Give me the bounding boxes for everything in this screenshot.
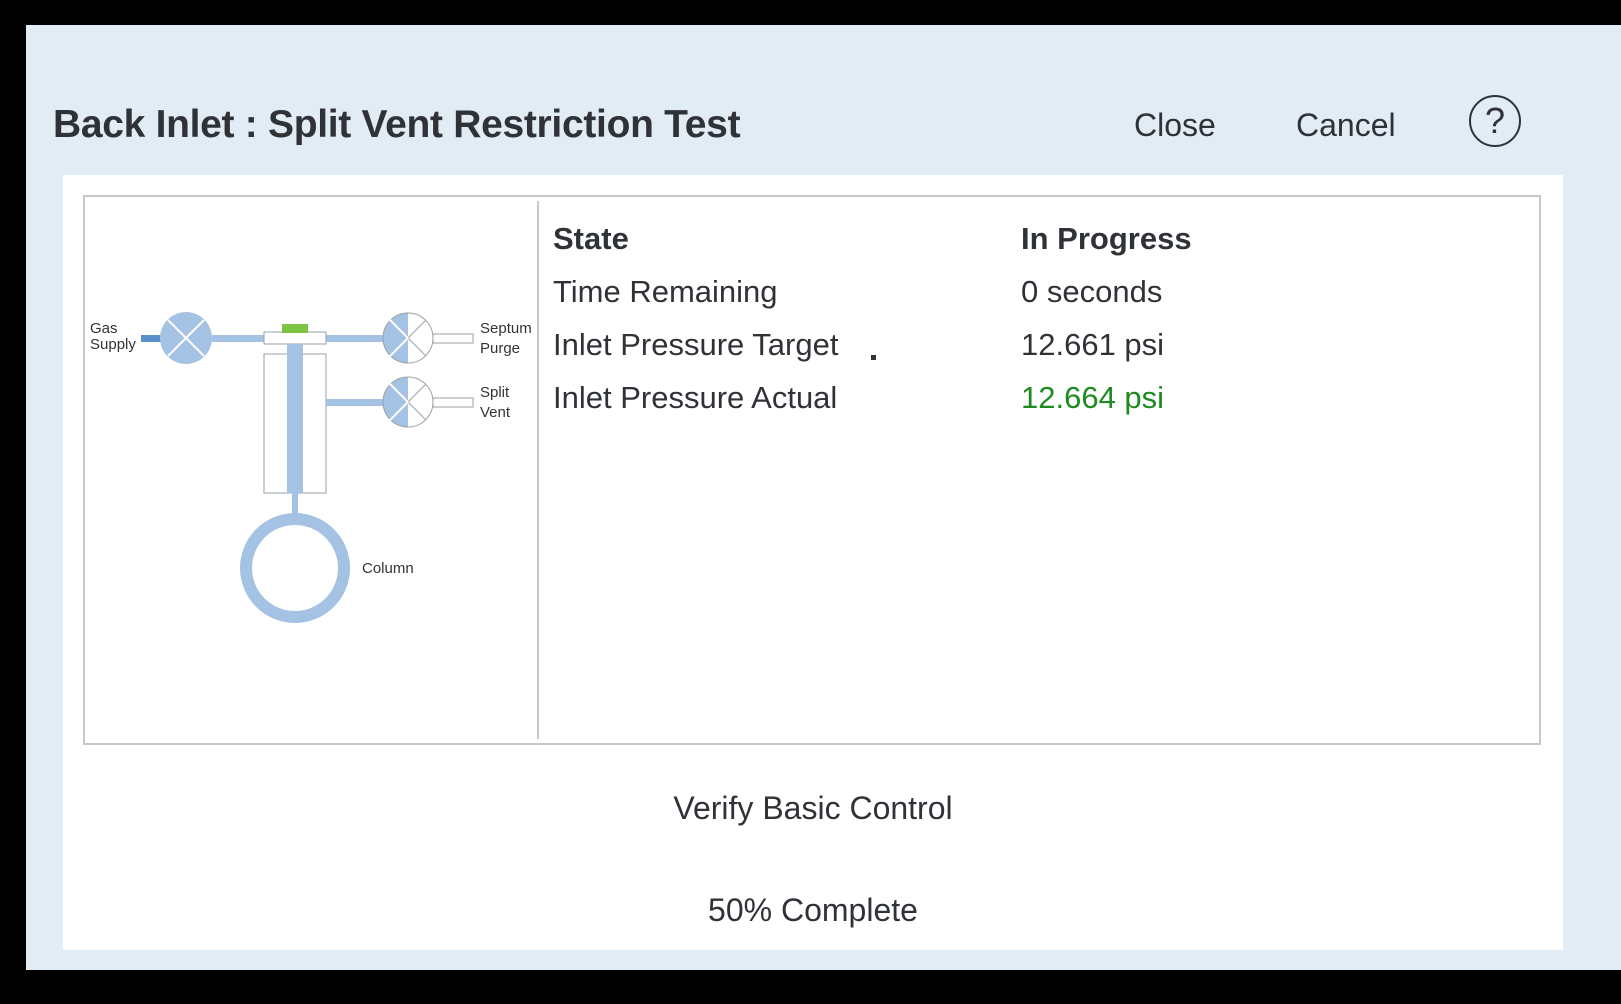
dialog-body: Gas Supply Septum Purge Split Vent Colum… xyxy=(63,175,1563,950)
split-vent-valve-icon xyxy=(382,376,434,428)
step-name: Verify Basic Control xyxy=(673,790,953,826)
septum-pipe-icon xyxy=(325,335,383,342)
test-panel: Gas Supply Septum Purge Split Vent Colum… xyxy=(83,195,1541,745)
dot-marker xyxy=(871,355,876,360)
septum-purge-valve-icon xyxy=(382,312,434,364)
inlet-head-icon xyxy=(263,331,327,345)
gas-supply-label-2: Supply xyxy=(90,336,136,353)
column-coil-icon xyxy=(240,513,350,623)
pressure-target-value: 12.661 psi xyxy=(1021,327,1165,362)
column-connector-icon xyxy=(292,493,298,515)
help-icon: ? xyxy=(1484,100,1506,141)
pressure-target-label: Inlet Pressure Target xyxy=(553,327,839,362)
dialog-title: Back Inlet : Split Vent Restriction Test xyxy=(53,103,741,146)
gas-supply-label: Gas xyxy=(90,320,118,337)
septum-icon xyxy=(282,324,308,333)
split-vent-label-2: Vent xyxy=(480,404,511,421)
pressure-actual-value: 12.664 psi xyxy=(1021,380,1165,415)
state-label: State xyxy=(553,221,629,256)
split-vent-outlet-icon xyxy=(432,397,474,408)
septum-purge-label-2: Purge xyxy=(480,340,520,357)
state-value: In Progress xyxy=(1021,221,1192,256)
help-button[interactable]: ? xyxy=(1469,95,1521,147)
gas-supply-line-icon xyxy=(141,335,163,342)
dialog-header: Back Inlet : Split Vent Restriction Test… xyxy=(26,25,1621,173)
status-row: Inlet Pressure Actual 12.664 psi xyxy=(553,380,1453,433)
time-remaining-value: 0 seconds xyxy=(1021,274,1163,309)
status-row: State In Progress xyxy=(553,221,1453,274)
inlet-schematic: Gas Supply Septum Purge Split Vent Colum… xyxy=(90,312,532,623)
split-vent-label: Split xyxy=(480,384,510,401)
septum-purge-label: Septum xyxy=(480,320,532,337)
cancel-button[interactable]: Cancel xyxy=(1296,107,1396,144)
pressure-actual-label: Inlet Pressure Actual xyxy=(553,380,838,415)
gas-supply-valve-icon xyxy=(160,312,212,364)
time-remaining-label: Time Remaining xyxy=(553,274,778,309)
liner-icon xyxy=(287,344,303,493)
supply-pipe-icon xyxy=(212,335,264,342)
status-row: Inlet Pressure Target 12.661 psi xyxy=(553,327,1453,380)
septum-purge-outlet-icon xyxy=(432,333,474,344)
inlet-flow-diagram: Gas Supply Septum Purge Split Vent Colum… xyxy=(85,201,539,739)
status-row: Time Remaining 0 seconds xyxy=(553,274,1453,327)
progress-text: 50% Complete xyxy=(708,892,918,928)
close-button[interactable]: Close xyxy=(1134,107,1216,144)
status-table: State In Progress Time Remaining 0 secon… xyxy=(553,221,1453,433)
split-vent-pipe-icon xyxy=(326,399,383,406)
column-label: Column xyxy=(362,560,414,577)
test-dialog: Back Inlet : Split Vent Restriction Test… xyxy=(11,10,1621,985)
